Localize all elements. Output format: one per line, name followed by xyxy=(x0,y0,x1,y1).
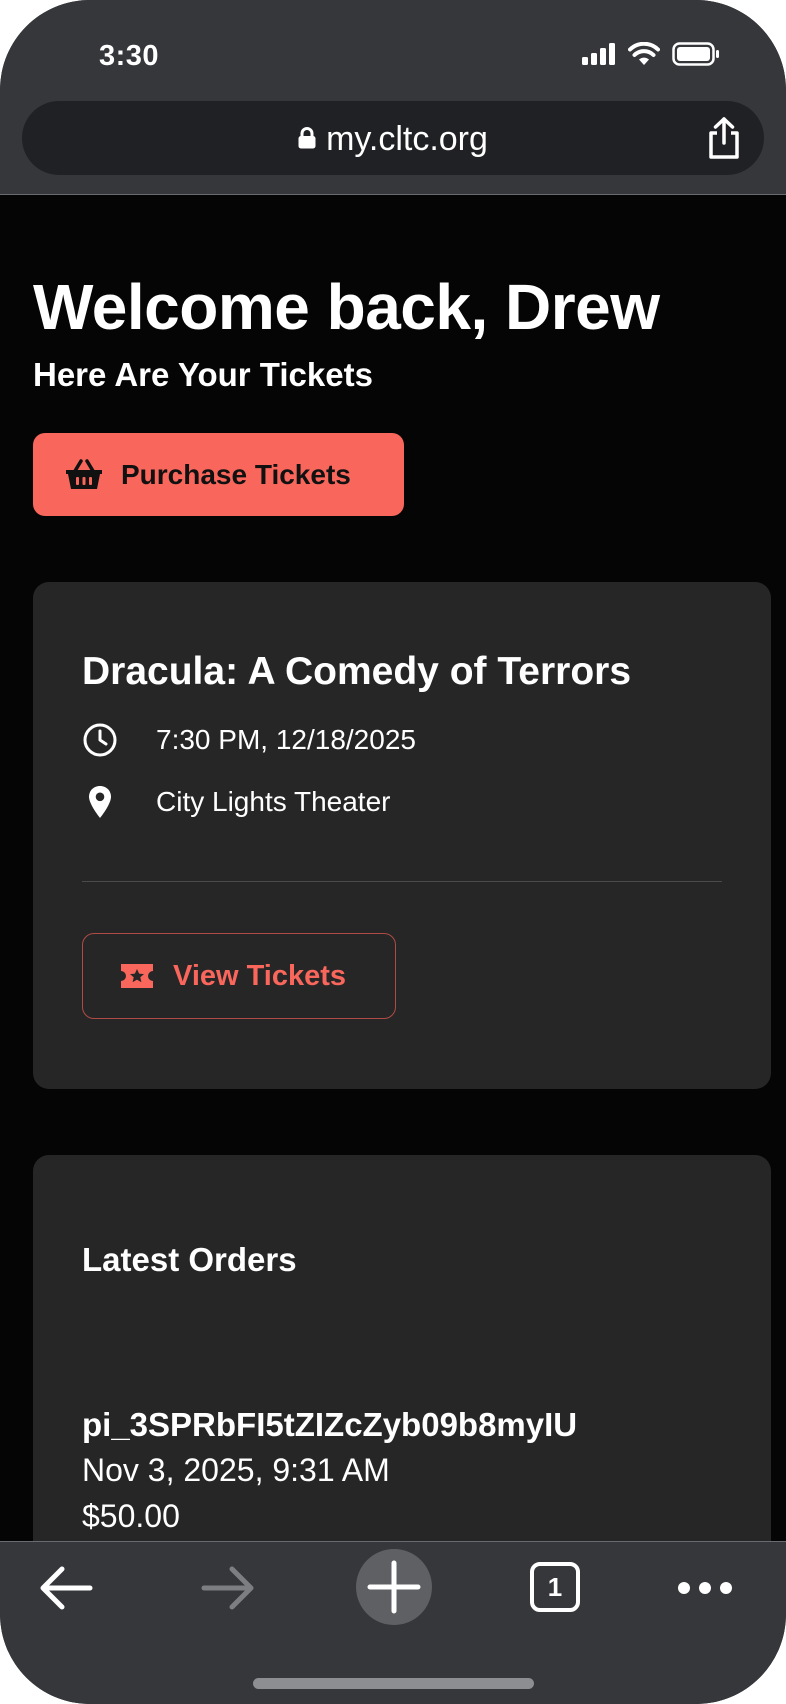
purchase-tickets-label: Purchase Tickets xyxy=(121,458,351,490)
browser-toolbar: 1 xyxy=(0,1541,786,1704)
event-venue-row: City Lights Theater xyxy=(82,784,391,820)
new-tab-button[interactable] xyxy=(356,1549,432,1625)
order-amount: $50.00 xyxy=(82,1498,180,1534)
location-pin-icon xyxy=(89,786,111,818)
phone-screen: 3:30 my.cltc.org Welcome back, Drew Here… xyxy=(0,0,786,1704)
event-venue: City Lights Theater xyxy=(156,786,391,817)
browser-top-chrome: 3:30 my.cltc.org xyxy=(0,0,786,195)
home-indicator xyxy=(253,1678,534,1689)
welcome-subtitle: Here Are Your Tickets xyxy=(33,356,373,393)
welcome-title: Welcome back, Drew xyxy=(33,271,660,343)
event-card: Dracula: A Comedy of Terrors 7:30 PM, 12… xyxy=(33,582,771,1089)
order-date: Nov 3, 2025, 9:31 AM xyxy=(82,1452,390,1488)
latest-orders-title: Latest Orders xyxy=(82,1241,297,1278)
wifi-icon xyxy=(628,42,660,65)
latest-orders-card: Latest Orders pi_3SPRbFI5tZIZcZyb09b8myI… xyxy=(33,1155,771,1541)
divider xyxy=(82,881,722,882)
back-arrow-icon[interactable] xyxy=(38,1564,94,1612)
more-icon[interactable] xyxy=(676,1578,734,1598)
event-time-row: 7:30 PM, 12/18/2025 xyxy=(82,722,416,758)
ticket-icon xyxy=(121,964,153,988)
basket-icon xyxy=(66,458,102,489)
view-tickets-label: View Tickets xyxy=(173,959,347,992)
address-url[interactable]: my.cltc.org xyxy=(22,121,764,157)
event-title: Dracula: A Comedy of Terrors xyxy=(82,650,632,693)
page-content: Welcome back, Drew Here Are Your Tickets… xyxy=(0,196,786,1541)
status-icons xyxy=(582,40,720,68)
tabs-button[interactable]: 1 xyxy=(530,1562,580,1612)
share-icon[interactable] xyxy=(704,116,744,160)
status-time: 3:30 xyxy=(99,40,160,72)
order-item: pi_3SPRbFI5tZIZcZyb09b8myIU Nov 3, 2025,… xyxy=(82,1403,577,1539)
signal-icon xyxy=(582,43,615,65)
order-id: pi_3SPRbFI5tZIZcZyb09b8myIU xyxy=(82,1406,578,1443)
event-time: 7:30 PM, 12/18/2025 xyxy=(156,724,416,755)
url-text: my.cltc.org xyxy=(326,120,488,158)
address-bar[interactable]: my.cltc.org xyxy=(22,101,764,175)
plus-icon xyxy=(367,1560,421,1614)
forward-arrow-icon[interactable] xyxy=(200,1564,256,1612)
battery-icon xyxy=(672,42,719,66)
clock-icon xyxy=(83,723,117,757)
lock-icon xyxy=(298,127,316,149)
purchase-tickets-button[interactable]: Purchase Tickets xyxy=(33,433,404,516)
view-tickets-button[interactable]: View Tickets xyxy=(82,933,396,1019)
